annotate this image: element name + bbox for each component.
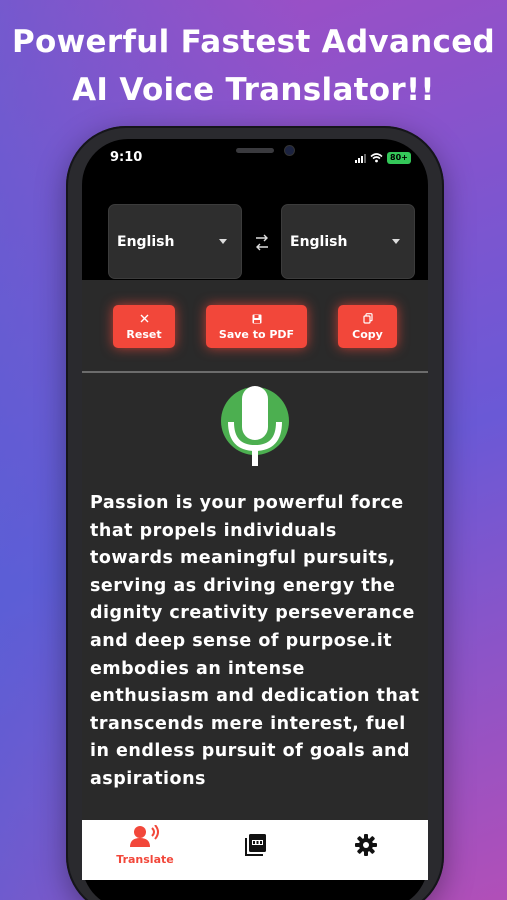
copy-button[interactable]: Copy (338, 305, 397, 348)
voice-translate-icon (130, 824, 159, 847)
signal-icon (355, 153, 366, 163)
status-time: 9:10 (110, 150, 143, 165)
headline-line-1: Powerful Fastest Advanced (11, 24, 496, 60)
status-icons: 80+ (355, 152, 411, 164)
tab-pdf[interactable] (238, 822, 274, 868)
battery-indicator: 80+ (387, 152, 411, 164)
swap-arrows-icon[interactable] (252, 230, 272, 254)
reset-button-label: Reset (126, 327, 162, 341)
target-language-dropdown[interactable]: English (281, 204, 415, 279)
microphone-icon[interactable] (220, 386, 290, 468)
headline-line-2: AI Voice Translator!! (72, 72, 435, 108)
reset-button[interactable]: Reset (113, 305, 175, 348)
copy-button-label: Copy (352, 327, 383, 341)
tab-translate-label: Translate (116, 852, 174, 866)
gear-icon (355, 834, 377, 856)
chevron-down-icon (219, 239, 227, 244)
tab-translate[interactable]: Translate (108, 822, 182, 868)
save-to-pdf-label: Save to PDF (218, 327, 295, 341)
target-language-label: English (290, 233, 348, 250)
floppy-disk-icon (252, 313, 262, 325)
phone-speaker (236, 148, 274, 153)
panel-divider (82, 371, 428, 373)
close-icon (140, 313, 149, 325)
translated-text: Passion is your powerful force that prop… (90, 493, 420, 789)
copy-icon (362, 313, 373, 325)
source-language-dropdown[interactable]: English (108, 204, 242, 279)
tab-settings[interactable] (348, 822, 384, 868)
wifi-icon (370, 153, 383, 163)
front-camera (285, 146, 294, 155)
save-to-pdf-button[interactable]: Save to PDF (206, 305, 307, 348)
chevron-down-icon (392, 239, 400, 244)
pdf-file-icon (245, 834, 266, 856)
promo-headline: Powerful Fastest Advanced AI Voice Trans… (0, 18, 507, 114)
source-language-label: English (117, 233, 175, 250)
